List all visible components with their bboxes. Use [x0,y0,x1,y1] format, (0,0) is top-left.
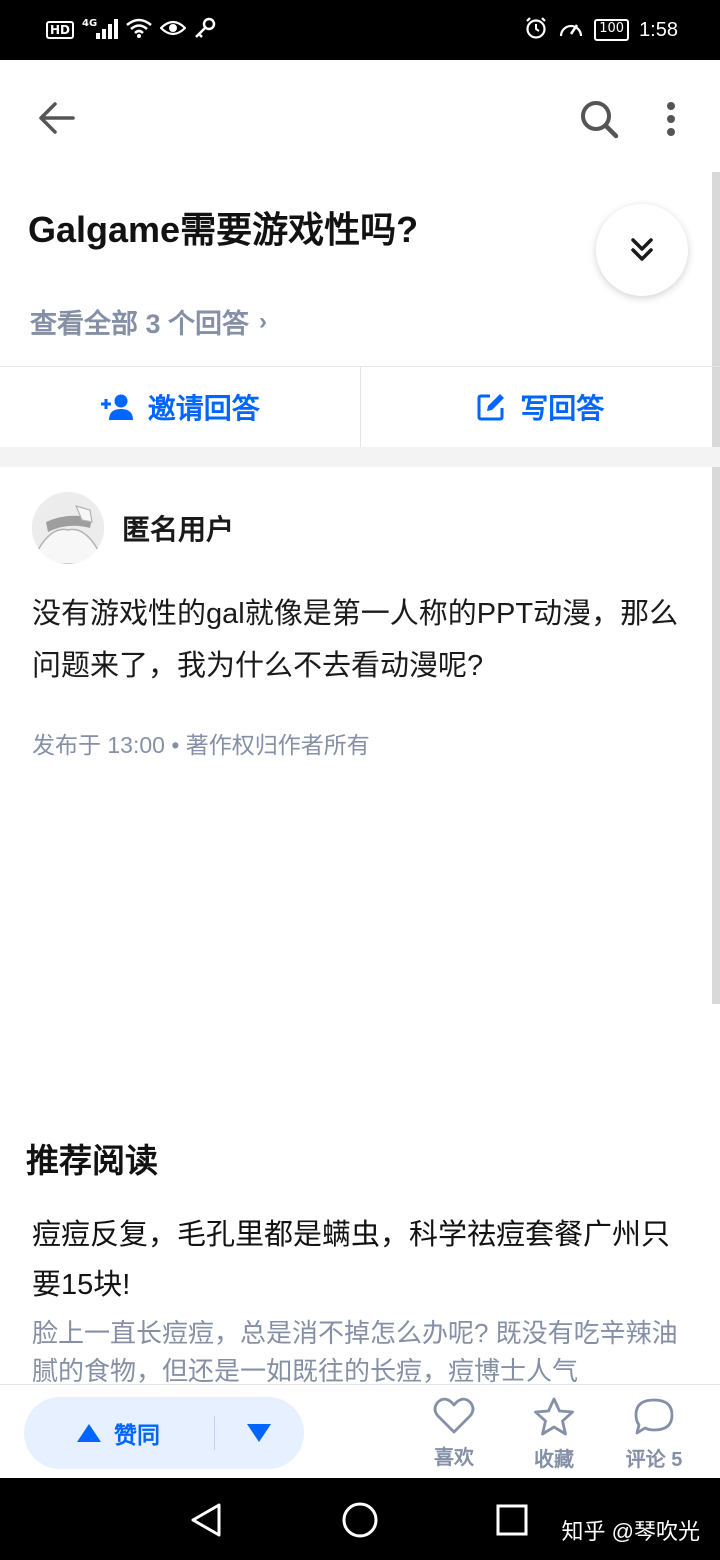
comment-label: 评论 5 [625,1449,683,1471]
square-recents-icon [496,1504,528,1536]
avatar[interactable] [32,492,104,564]
upvote-button[interactable]: 赞同 [24,1397,214,1469]
write-answer-label: 写回答 [520,393,605,424]
status-bar: HD 4G 100 1:58 [0,0,720,60]
alarm-icon [524,16,548,44]
like-button[interactable]: 喜欢 [414,1397,494,1473]
circle-home-icon [342,1502,378,1538]
recommend-heading: 推荐阅读 [26,1142,158,1179]
answer-actions: 邀请回答 写回答 [0,367,720,447]
scrollbar[interactable] [712,172,720,1004]
upvote-label: 赞同 [114,1422,160,1448]
search-button[interactable] [572,92,626,146]
vote-control: 赞同 [24,1397,304,1469]
watermark: 知乎 @琴吹光 [561,1519,700,1544]
triangle-back-icon [191,1503,221,1537]
signal-icon: 4G [82,17,119,44]
triangle-up-icon [77,1424,101,1442]
more-vertical-icon [667,102,675,136]
collect-button[interactable]: 收藏 [514,1397,594,1473]
star-icon [534,1397,574,1436]
battery-icon: 100 [594,19,630,41]
bottom-action-bar: 赞同 喜欢 收藏 评论 5 [0,1384,720,1478]
chevron-right-icon: › [259,307,268,335]
collect-label: 收藏 [534,1449,574,1471]
invite-answer-label: 邀请回答 [147,393,260,424]
search-icon [581,101,619,139]
anonymous-avatar-icon [32,492,104,564]
recommend-item-excerpt: 脸上一直长痘痘，总是消不掉怎么办呢? 既没有吃辛辣油腻的食物，但还是一如既往的长… [32,1318,678,1386]
section-separator [0,447,720,467]
arrow-left-icon [39,102,75,134]
edit-icon [477,394,505,421]
write-answer-button[interactable]: 写回答 [361,367,720,447]
hd-indicator: HD [46,21,75,39]
back-button[interactable] [30,92,82,144]
speed-icon [558,16,584,44]
author-name[interactable]: 匿名用户 [122,508,234,548]
invite-answer-button[interactable]: 邀请回答 [0,367,360,447]
nav-home-button[interactable] [338,1498,382,1542]
recommend-item-title: 痘痘反复，毛孔里都是螨虫，科学祛痘套餐广州只要15块! [32,1219,671,1301]
answer-content[interactable]: 没有游戏性的gal就像是第一人称的PPT动漫，那么问题来了，我为什么不去看动漫呢… [32,588,688,692]
wifi-icon [126,17,152,43]
add-person-icon [100,394,133,420]
collapse-button[interactable] [596,204,688,296]
svg-text:4G: 4G [82,18,97,29]
question-title[interactable]: Galgame需要游戏性吗? [28,204,568,256]
like-label: 喜欢 [434,1447,474,1469]
recommend-item[interactable]: 痘痘反复，毛孔里都是螨虫，科学祛痘套餐广州只要15块! 脸上一直长痘痘，总是消不… [32,1210,692,1390]
downvote-button[interactable] [215,1397,303,1469]
double-chevron-down-icon [631,238,653,261]
key-icon [194,17,216,43]
nav-recents-button[interactable] [490,1498,534,1542]
view-all-answers-link[interactable]: 查看全部 3 个回答 › [30,302,267,341]
view-all-label: 查看全部 3 个回答 [30,309,250,339]
publish-meta: 发布于 13:00 • 著作权归作者所有 [32,732,370,758]
app-bar [0,60,720,174]
comment-icon [634,1398,674,1435]
nav-back-button[interactable] [184,1498,228,1542]
comment-button[interactable]: 评论 5 [614,1397,694,1473]
triangle-down-icon [247,1424,271,1442]
eye-icon [159,18,187,42]
heart-icon [433,1397,475,1434]
clock: 1:58 [639,18,678,41]
more-options-button[interactable] [646,92,696,146]
